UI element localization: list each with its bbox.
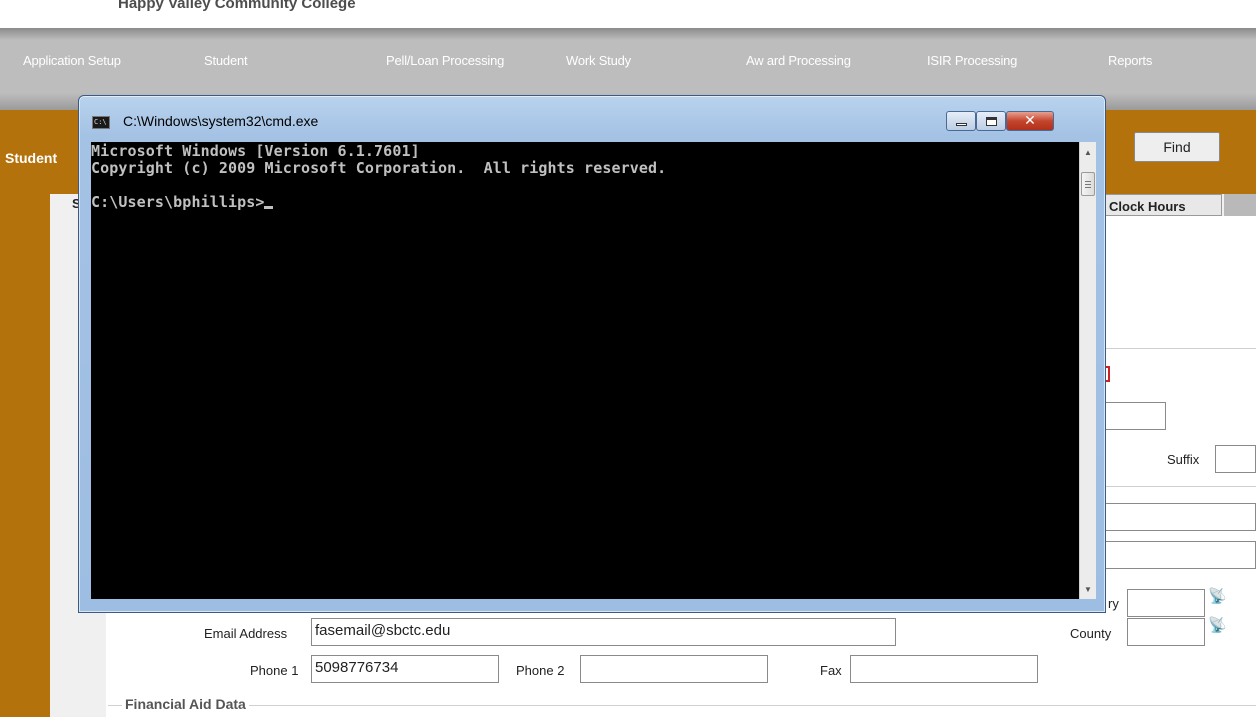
cmd-titlebar[interactable]: C:\ C:\Windows\system32\cmd.exe ✕ <box>79 96 1105 142</box>
cmd-console[interactable]: Microsoft Windows [Version 6.1.7601] Cop… <box>91 142 1079 599</box>
menu-isir-processing[interactable]: ISIR Processing <box>927 53 1017 68</box>
menu-application-setup[interactable]: Application Setup <box>23 53 121 68</box>
phone1-field[interactable]: 5098776734 <box>311 655 499 683</box>
student-section-label: Student <box>5 150 58 166</box>
fax-label: Fax <box>820 663 842 678</box>
grip-line <box>1085 187 1091 188</box>
close-button[interactable]: ✕ <box>1006 111 1054 131</box>
suffix-field[interactable] <box>1215 445 1256 473</box>
close-icon: ✕ <box>1024 113 1036 129</box>
suffix-label: Suffix <box>1167 452 1200 467</box>
cmd-app-icon: C:\ <box>92 116 110 129</box>
maximize-icon <box>985 116 997 126</box>
scroll-up-arrow-icon[interactable]: ▲ <box>1080 142 1096 160</box>
find-button[interactable]: Find <box>1134 132 1220 162</box>
phone2-label: Phone 2 <box>516 663 565 678</box>
minimize-button[interactable] <box>946 111 976 131</box>
menu-reports[interactable]: Reports <box>1108 53 1152 68</box>
phone2-field[interactable] <box>580 655 768 683</box>
email-address-label: Email Address <box>204 626 288 641</box>
divider <box>1104 486 1256 487</box>
phone1-label: Phone 1 <box>250 663 299 678</box>
fax-field[interactable] <box>850 655 1038 683</box>
financial-aid-data-title: Financial Aid Data <box>122 696 249 712</box>
menu-work-study[interactable]: Work Study <box>566 53 631 68</box>
address2-field-partial[interactable] <box>1104 541 1256 569</box>
email-address-field[interactable]: fasemail@sbctc.edu <box>311 618 896 646</box>
text-cursor <box>264 206 274 209</box>
grip-line <box>1085 181 1091 182</box>
country-label: ry <box>1108 596 1119 611</box>
county-field[interactable] <box>1127 618 1205 646</box>
tab-clock-hours[interactable]: Clock Hours <box>1104 194 1222 216</box>
maximize-button[interactable] <box>976 111 1006 131</box>
college-header: Happy Valley Community College <box>0 0 1256 28</box>
college-name: Happy Valley Community College <box>118 0 356 12</box>
cmd-window[interactable]: C:\ C:\Windows\system32\cmd.exe ✕ Micros… <box>78 95 1106 613</box>
menu-pell-loan-processing[interactable]: Pell/Loan Processing <box>386 53 504 68</box>
minimize-icon <box>955 123 967 126</box>
binoculars-icon[interactable]: 📡 <box>1208 616 1227 634</box>
fieldset-border <box>108 705 1256 706</box>
divider <box>1104 348 1256 349</box>
console-line: Copyright (c) 2009 Microsoft Corporation… <box>91 159 667 177</box>
cmd-vertical-scrollbar[interactable]: ▲ ▼ <box>1079 142 1096 599</box>
cmd-window-title: C:\Windows\system32\cmd.exe <box>123 113 319 129</box>
console-prompt-line: C:\Users\bphillips> <box>91 193 274 211</box>
country-field[interactable] <box>1127 589 1205 617</box>
county-label: County <box>1070 626 1112 641</box>
binoculars-icon[interactable]: 📡 <box>1208 587 1227 605</box>
address-field-partial[interactable] <box>1104 503 1256 531</box>
tab-strip-filler <box>1224 194 1256 216</box>
name-field-partial[interactable] <box>1104 402 1166 430</box>
console-prompt: C:\Users\bphillips> <box>91 193 265 211</box>
menu-award-processing[interactable]: Aw ard Processing <box>746 53 851 68</box>
grip-line <box>1085 184 1091 185</box>
console-line: Microsoft Windows [Version 6.1.7601] <box>91 142 420 160</box>
scroll-thumb[interactable] <box>1081 172 1095 196</box>
scroll-down-arrow-icon[interactable]: ▼ <box>1080 581 1096 599</box>
menu-student[interactable]: Student <box>204 53 248 68</box>
